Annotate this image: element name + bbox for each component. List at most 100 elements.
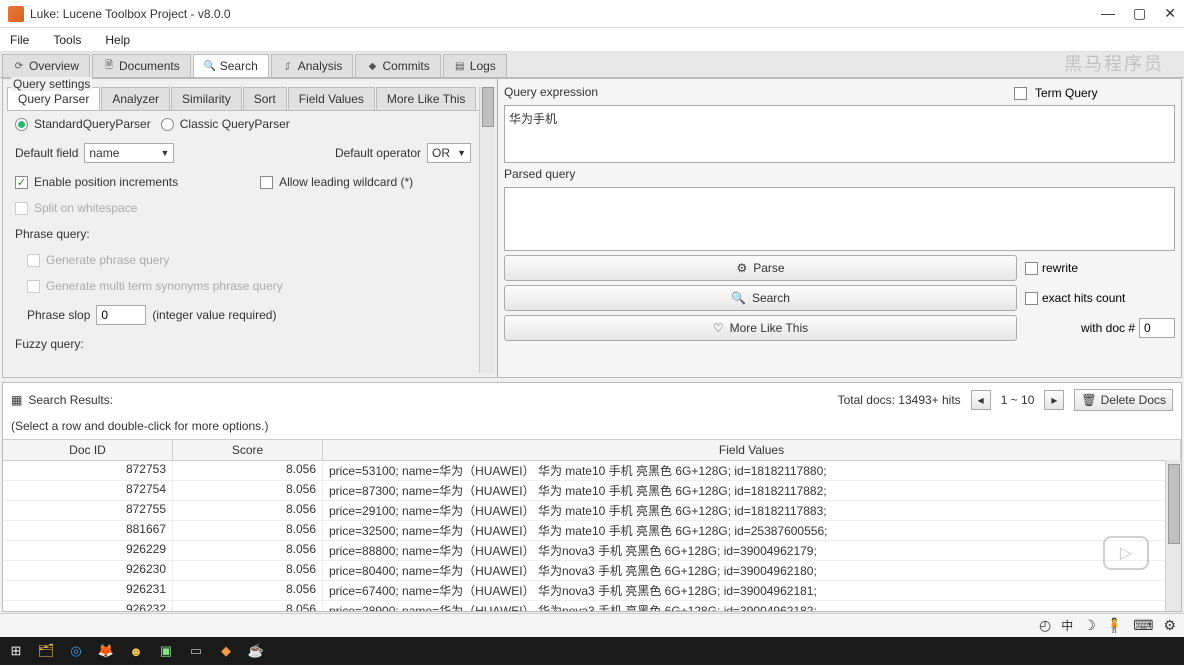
table-row[interactable]: 9262328.056price=28900; name=华为（HUAWEI） …: [3, 601, 1181, 611]
grid-scrollbar[interactable]: [1165, 460, 1181, 611]
cell-docid: 872753: [3, 461, 173, 480]
tab-documents-label: Documents: [119, 59, 180, 73]
subtab-analyzer[interactable]: Analyzer: [101, 87, 170, 110]
menu-help[interactable]: Help: [101, 31, 134, 49]
minimize-button[interactable]: —: [1101, 5, 1115, 22]
enable-position-label: Enable position increments: [34, 175, 178, 189]
grid-scrollbar-thumb[interactable]: [1168, 464, 1180, 544]
keyboard-icon[interactable]: ⌨: [1133, 617, 1153, 634]
parse-button-label: Parse: [753, 261, 784, 275]
start-button[interactable]: ⊞: [4, 641, 28, 661]
chevron-down-icon: ▼: [457, 148, 466, 158]
phrase-slop-input[interactable]: [96, 305, 146, 325]
commits-icon: ◆: [366, 60, 378, 72]
checkbox-term-query[interactable]: [1014, 87, 1027, 100]
left-scrollbar[interactable]: [479, 87, 495, 373]
menu-file[interactable]: File: [6, 31, 33, 49]
allow-wildcard-label: Allow leading wildcard (*): [279, 175, 413, 189]
clock-icon[interactable]: ◴: [1039, 617, 1051, 634]
table-row[interactable]: 9262308.056price=80400; name=华为（HUAWEI） …: [3, 561, 1181, 581]
table-row[interactable]: 9262318.056price=67400; name=华为（HUAWEI） …: [3, 581, 1181, 601]
titlebar: Luke: Lucene Toolbox Project - v8.0.0 — …: [0, 0, 1184, 28]
tree-icon: ⚙: [736, 261, 747, 275]
results-grid: Doc ID Score Field Values 8727538.056pri…: [3, 439, 1181, 611]
table-row[interactable]: 8727558.056price=29100; name=华为（HUAWEI） …: [3, 501, 1181, 521]
subtab-similarity[interactable]: Similarity: [171, 87, 242, 110]
grid-body: 872753 8.056 price=53100; name=华为（HUAWEI） …: [3, 461, 1181, 611]
tab-documents[interactable]: 🗎Documents: [92, 54, 191, 77]
cell-field-values: price=53100; name=华为（HUAWEI） 华为 mate10 手…: [323, 461, 1181, 480]
subtab-mlt[interactable]: More Like This: [376, 87, 476, 110]
edge-icon[interactable]: ◎: [64, 641, 88, 661]
search-icon: 🔍: [204, 60, 216, 72]
table-row[interactable]: 8727548.056price=87300; name=华为（HUAWEI） …: [3, 481, 1181, 501]
gen-synonyms-label: Generate multi term synonyms phrase quer…: [46, 279, 283, 293]
gen-phrase-label: Generate phrase query: [46, 253, 169, 267]
analysis-icon: ⎎: [282, 60, 294, 72]
window-controls: — ▢ ✕: [1101, 5, 1176, 22]
cell-field-values: price=87300; name=华为（HUAWEI） 华为 mate10 手…: [323, 481, 1181, 500]
maximize-button[interactable]: ▢: [1133, 5, 1146, 22]
checkbox-exact-hits[interactable]: [1025, 292, 1038, 305]
ime-lang[interactable]: 中: [1061, 617, 1073, 634]
fuzzy-query-label: Fuzzy query:: [7, 331, 479, 357]
with-doc-input[interactable]: [1139, 318, 1175, 338]
menu-tools[interactable]: Tools: [49, 31, 85, 49]
default-operator-select[interactable]: OR ▼: [427, 143, 471, 163]
query-expression-input[interactable]: 华为手机: [504, 105, 1175, 163]
delete-docs-button[interactable]: 🗑 Delete Docs: [1074, 389, 1173, 411]
close-button[interactable]: ✕: [1164, 5, 1176, 22]
cell-score: 8.056: [173, 521, 323, 540]
rewrite-label: rewrite: [1042, 261, 1078, 275]
app-icon-2[interactable]: ▭: [184, 641, 208, 661]
trash-icon: 🗑: [1081, 393, 1096, 407]
parse-button[interactable]: ⚙ Parse: [504, 255, 1017, 281]
cell-docid: 872754: [3, 481, 173, 500]
default-field-select[interactable]: name ▼: [84, 143, 174, 163]
app-icon-3[interactable]: ◆: [214, 641, 238, 661]
tab-analysis-label: Analysis: [298, 59, 343, 73]
table-row[interactable]: 8727538.056price=53100; name=华为（HUAWEI） …: [3, 461, 1181, 481]
heart-icon: ♡: [713, 321, 724, 335]
cell-field-values: price=29100; name=华为（HUAWEI） 华为 mate10 手…: [323, 501, 1181, 520]
col-docid[interactable]: Doc ID: [3, 440, 173, 460]
firefox-icon[interactable]: 🦊: [94, 641, 118, 661]
tab-overview[interactable]: ⟳Overview: [2, 54, 90, 77]
cell-score: 8.056: [173, 561, 323, 580]
subtab-field-values[interactable]: Field Values: [288, 87, 375, 110]
search-button[interactable]: 🔍 Search: [504, 285, 1017, 311]
app-icon-1[interactable]: ▣: [154, 641, 178, 661]
radio-standard-parser[interactable]: [15, 118, 28, 131]
tab-analysis[interactable]: ⎎ Analysis: [271, 54, 354, 77]
phrase-query-label: Phrase query:: [7, 221, 479, 247]
tab-search[interactable]: 🔍Search: [193, 54, 269, 77]
main-tabs: ⟳Overview 🗎Documents 🔍Search ⎎ Analysis ◆…: [0, 52, 1184, 78]
table-row[interactable]: 9262298.056price=88800; name=华为（HUAWEI） …: [3, 541, 1181, 561]
checkbox-enable-position[interactable]: [15, 176, 28, 189]
default-field-value: name: [89, 146, 156, 160]
subtab-sort[interactable]: Sort: [243, 87, 287, 110]
cell-score: 8.056: [173, 581, 323, 600]
accessibility-icon[interactable]: 🧍: [1106, 617, 1123, 634]
app-icon-4[interactable]: ☕: [244, 641, 268, 661]
phrase-slop-hint: (integer value required): [152, 308, 276, 322]
query-settings-label: Query settings: [11, 77, 92, 91]
tab-commits[interactable]: ◆Commits: [355, 54, 440, 77]
chat-icon[interactable]: ☻: [124, 641, 148, 661]
scrollbar-thumb[interactable]: [482, 87, 494, 127]
checkbox-rewrite[interactable]: [1025, 262, 1038, 275]
radio-classic-parser[interactable]: [161, 118, 174, 131]
next-page-button[interactable]: ▸: [1044, 390, 1064, 410]
cell-docid: 926230: [3, 561, 173, 580]
prev-page-button[interactable]: ◂: [971, 390, 991, 410]
gear-icon[interactable]: ⚙: [1163, 617, 1176, 634]
overview-icon: ⟳: [13, 60, 25, 72]
file-explorer-icon[interactable]: 🗂: [34, 641, 58, 661]
table-row[interactable]: 8816678.056price=32500; name=华为（HUAWEI） …: [3, 521, 1181, 541]
mlt-button[interactable]: ♡ More Like This: [504, 315, 1017, 341]
checkbox-allow-wildcard[interactable]: [260, 176, 273, 189]
col-field-values[interactable]: Field Values: [323, 440, 1181, 460]
tab-logs[interactable]: ▤Logs: [443, 54, 507, 77]
col-score[interactable]: Score: [173, 440, 323, 460]
moon-icon[interactable]: ☽: [1083, 617, 1096, 634]
